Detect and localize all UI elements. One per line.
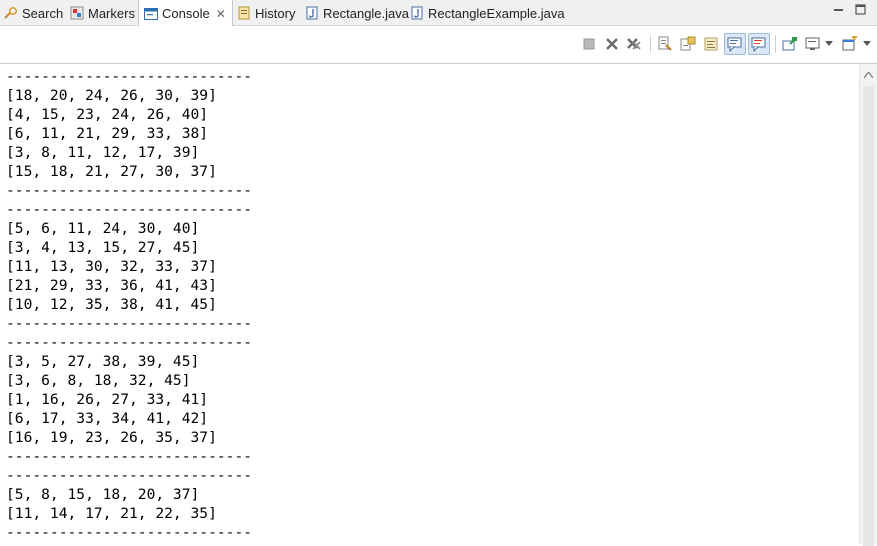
markers-icon	[70, 6, 84, 20]
show-console-stdout-icon[interactable]	[724, 33, 746, 55]
toolbar-separator	[775, 35, 776, 53]
console-icon	[144, 7, 158, 21]
remove-launch-icon[interactable]	[603, 35, 621, 53]
scrollbar-thumb[interactable]	[863, 86, 874, 546]
show-console-stderr-icon[interactable]	[748, 33, 770, 55]
console-output[interactable]: ---------------------------- [18, 20, 24…	[0, 64, 859, 544]
java-file-icon	[305, 6, 319, 20]
console-line: [6, 17, 33, 34, 41, 42]	[6, 410, 209, 427]
console-toolbar	[0, 26, 877, 64]
console-line: [5, 8, 15, 18, 20, 37]	[6, 486, 200, 503]
console-line: [6, 11, 21, 29, 33, 38]	[6, 125, 209, 142]
vertical-scrollbar[interactable]	[859, 64, 877, 546]
console-line: [21, 29, 33, 36, 41, 43]	[6, 277, 217, 294]
console-line: ----------------------------	[6, 524, 253, 541]
tab-label: Markers	[88, 5, 135, 21]
remove-all-terminated-icon[interactable]	[625, 35, 643, 53]
display-selected-console-icon[interactable]	[804, 35, 822, 53]
word-wrap-icon[interactable]	[702, 35, 720, 53]
tab-markers[interactable]: Markers	[70, 0, 135, 26]
java-file-icon	[410, 6, 424, 20]
console-line: [16, 19, 23, 26, 35, 37]	[6, 429, 217, 446]
console-line: [11, 13, 30, 32, 33, 37]	[6, 258, 217, 275]
console-line: ----------------------------	[6, 334, 253, 351]
console-line: [4, 15, 23, 24, 26, 40]	[6, 106, 209, 123]
console-line: [1, 16, 26, 27, 33, 41]	[6, 391, 209, 408]
history-icon	[237, 6, 251, 20]
console-line: ----------------------------	[6, 201, 253, 218]
tab-search[interactable]: Search	[4, 0, 63, 26]
terminate-icon[interactable]	[580, 35, 598, 53]
console-line: ----------------------------	[6, 467, 253, 484]
console-line: [3, 8, 11, 12, 17, 39]	[6, 144, 200, 161]
tab-label: Rectangle.java	[323, 5, 409, 21]
search-icon	[4, 6, 18, 20]
console-line: ----------------------------	[6, 68, 253, 85]
scroll-lock-icon[interactable]	[679, 35, 697, 53]
console-line: [15, 18, 21, 27, 30, 37]	[6, 163, 217, 180]
console-line: ----------------------------	[6, 182, 253, 199]
close-icon[interactable]: ✕	[216, 7, 226, 21]
tab-label: Console	[162, 6, 210, 21]
console-line: ----------------------------	[6, 315, 253, 332]
tab-rectangle-java[interactable]: Rectangle.java	[305, 0, 409, 26]
console-line: [11, 14, 17, 21, 22, 35]	[6, 505, 217, 522]
console-line: ----------------------------	[6, 448, 253, 465]
tab-rectangleexample-java[interactable]: RectangleExample.java	[410, 0, 565, 26]
tab-console[interactable]: Console ✕	[138, 0, 233, 27]
console-line: [10, 12, 35, 38, 41, 45]	[6, 296, 217, 313]
scroll-up-icon[interactable]	[863, 70, 874, 81]
console-line: [18, 20, 24, 26, 30, 39]	[6, 87, 217, 104]
console-line: [5, 6, 11, 24, 30, 40]	[6, 220, 200, 237]
pin-console-icon[interactable]	[781, 35, 799, 53]
open-console-icon[interactable]	[841, 35, 859, 53]
toolbar-separator	[650, 35, 651, 53]
tab-label: RectangleExample.java	[428, 5, 565, 21]
chevron-down-icon[interactable]	[862, 35, 872, 53]
tab-label: History	[255, 5, 296, 21]
tab-history[interactable]: History	[237, 0, 295, 26]
console-line: [3, 5, 27, 38, 39, 45]	[6, 353, 200, 370]
console-line: [3, 6, 8, 18, 32, 45]	[6, 372, 191, 389]
minimize-view-button[interactable]	[833, 4, 844, 18]
console-line: [3, 4, 13, 15, 27, 45]	[6, 239, 200, 256]
clear-console-icon[interactable]	[656, 35, 674, 53]
maximize-view-button[interactable]	[855, 4, 866, 18]
tab-label: Search	[22, 5, 64, 21]
view-tab-bar: Search Markers Console ✕ History Rectang…	[0, 0, 877, 27]
chevron-down-icon[interactable]	[824, 35, 834, 53]
